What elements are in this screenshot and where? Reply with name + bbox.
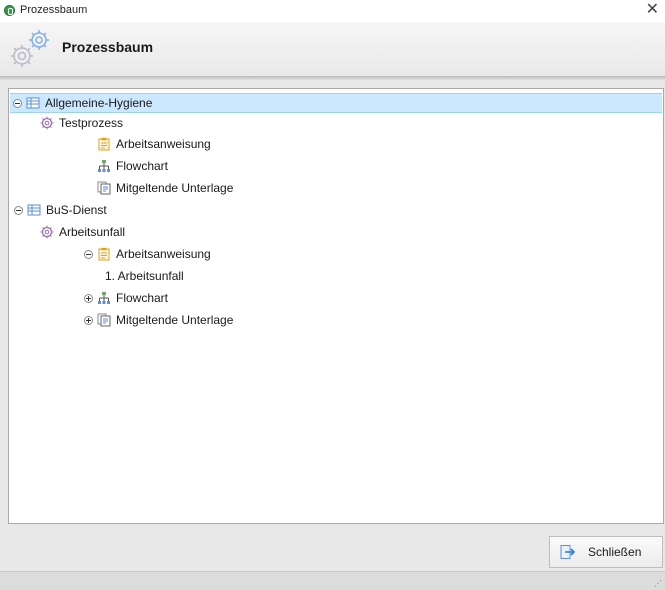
tree-item-flowchart[interactable]: Flowchart	[84, 288, 168, 308]
tree-item-label: Arbeitsanweisung	[116, 247, 211, 261]
tree-item-allgemeine-hygiene[interactable]: Allgemeine-Hygiene	[10, 93, 662, 113]
flowchart-icon	[98, 160, 110, 172]
tree-item-label: Mitgeltende Unterlage	[116, 181, 234, 195]
table-icon	[26, 97, 40, 109]
tree-item-label: BuS-Dienst	[46, 203, 107, 217]
tree-item-testprozess[interactable]: Testprozess	[40, 113, 123, 133]
tree-item-label: Arbeitsanweisung	[116, 137, 211, 151]
documents-icon	[97, 313, 111, 327]
tree-item-bus-dienst[interactable]: BuS-Dienst	[14, 200, 107, 220]
tree-item-flowchart[interactable]: Flowchart	[97, 156, 168, 176]
tree-item-arbeitsanweisung[interactable]: Arbeitsanweisung	[84, 244, 211, 264]
tree-item-1-arbeitsunfall[interactable]: 1. Arbeitsunfall	[105, 266, 184, 286]
gears-icon	[11, 30, 49, 67]
status-bar: ⋰	[0, 571, 665, 590]
gear-icon	[40, 225, 54, 239]
expand-toggle-icon[interactable]	[84, 315, 93, 325]
collapse-toggle-icon[interactable]	[14, 205, 23, 215]
close-window-button[interactable]: ✕	[646, 1, 659, 19]
expand-toggle-icon[interactable]	[84, 293, 93, 303]
tree-item-arbeitsunfall[interactable]: Arbeitsunfall	[40, 222, 125, 242]
tree-item-arbeitsanweisung[interactable]: Arbeitsanweisung	[97, 134, 211, 154]
tree-item-label: Flowchart	[116, 291, 169, 305]
title-bar: Prozessbaum ✕	[0, 0, 665, 23]
tree-item-label: Allgemeine-Hygiene	[45, 96, 153, 110]
dialog-header: Prozessbaum	[0, 22, 665, 76]
clipboard-icon	[98, 247, 110, 261]
tree-item-label: 1. Arbeitsunfall	[105, 269, 184, 283]
clipboard-icon	[98, 137, 110, 151]
table-icon	[27, 204, 41, 216]
close-button[interactable]: Schließen	[549, 536, 663, 568]
flowchart-icon	[98, 292, 110, 304]
collapse-toggle-icon[interactable]	[84, 249, 93, 259]
tree-item-label: Testprozess	[59, 116, 124, 130]
gear-icon	[40, 116, 54, 130]
tree-item-label: Mitgeltende Unterlage	[116, 313, 234, 327]
header-title: Prozessbaum	[62, 39, 154, 55]
resize-grip-icon[interactable]: ⋰	[654, 579, 662, 588]
app-icon	[4, 5, 15, 16]
close-button-label: Schließen	[588, 545, 642, 559]
dialog-body: Allgemeine-Hygiene Testprozess Arbeitsan…	[0, 81, 665, 590]
tree-item-mitgeltende-unterlage[interactable]: Mitgeltende Unterlage	[84, 310, 233, 330]
process-tree[interactable]: Allgemeine-Hygiene Testprozess Arbeitsan…	[8, 88, 664, 524]
tree-item-label: Arbeitsunfall	[59, 225, 126, 239]
collapse-toggle-icon[interactable]	[13, 98, 22, 108]
tree-item-mitgeltende-unterlage[interactable]: Mitgeltende Unterlage	[97, 178, 233, 198]
tree-item-label: Flowchart	[116, 159, 169, 173]
documents-icon	[97, 181, 111, 195]
exit-arrow-icon	[560, 545, 576, 559]
window-title: Prozessbaum	[20, 4, 88, 16]
